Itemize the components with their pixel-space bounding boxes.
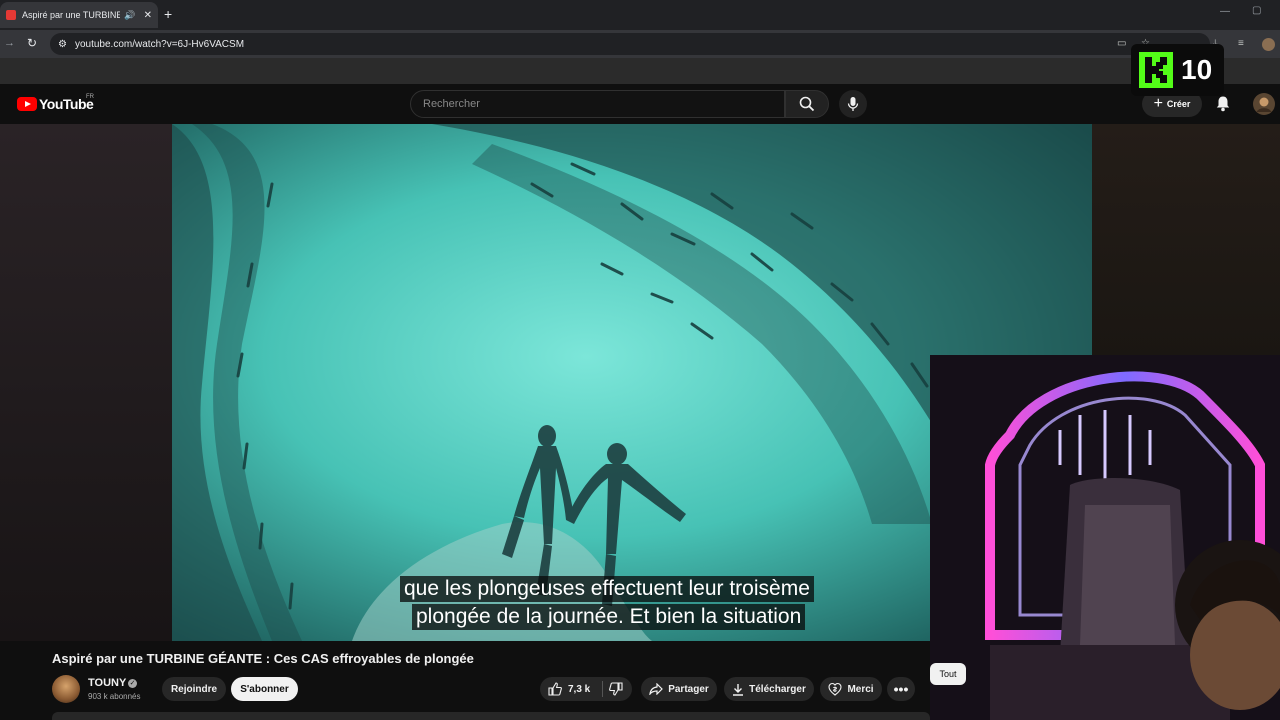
thanks-heart-dollar-icon: [828, 682, 842, 696]
microphone-icon: [847, 97, 859, 111]
thumbs-up-icon: [548, 682, 562, 696]
video-title: Aspiré par une TURBINE GÉANTE : Ces CAS …: [52, 651, 474, 666]
search-button[interactable]: [785, 90, 829, 118]
profile-avatar[interactable]: [1262, 38, 1275, 51]
caption-line-2: plongée de la journée. Et bien la situat…: [412, 604, 806, 630]
cast-icon[interactable]: ▭: [1117, 38, 1126, 49]
ambient-right-panel: [1092, 124, 1280, 364]
toolbar-divider: [0, 58, 1280, 84]
verified-check-icon: ✓: [128, 679, 137, 688]
browser-tabstrip: Aspiré par une TURBINE GÉ 🔊 ✕ + — ▢: [0, 0, 1280, 30]
subscriber-count: 903 k abonnés: [88, 692, 141, 701]
like-divider: [602, 681, 604, 697]
url-text: youtube.com/watch?v=6J-Hv6VACSM: [74, 38, 245, 50]
create-label: Créer: [1166, 99, 1191, 109]
site-info-icon[interactable]: ⚙: [58, 39, 67, 50]
notifications-bell-icon[interactable]: [1215, 95, 1231, 112]
description-box[interactable]: [52, 712, 930, 720]
browser-toolbar: → ↻ ⚙ youtube.com/watch?v=6J-Hv6VACSM ▭ …: [0, 30, 1280, 58]
share-arrow-icon: [649, 683, 664, 695]
window-minimize-button[interactable]: —: [1220, 6, 1230, 17]
overlay-number: 10: [1181, 54, 1213, 85]
download-button[interactable]: Télécharger: [724, 677, 814, 701]
ambient-left-panel: [0, 124, 172, 641]
webcam-overlay: [930, 355, 1280, 720]
tab-search-icon[interactable]: ≡: [1238, 38, 1244, 49]
subscribe-button[interactable]: S'abonner: [231, 677, 298, 701]
gaming-chair-streamer-image: [930, 355, 1280, 720]
download-arrow-icon: [733, 683, 744, 696]
voice-search-button[interactable]: [839, 90, 867, 118]
plus-icon: +: [1153, 95, 1163, 112]
youtube-favicon-icon: [6, 10, 16, 20]
forward-arrow-icon[interactable]: →: [4, 37, 15, 49]
share-label: Partager: [668, 683, 709, 695]
thanks-label: Merci: [847, 683, 874, 695]
browser-tab[interactable]: Aspiré par une TURBINE GÉ 🔊 ✕: [0, 2, 158, 28]
share-button[interactable]: Partager: [641, 677, 717, 701]
tab-title: Aspiré par une TURBINE GÉ: [22, 10, 121, 20]
kick-logo-icon: [1139, 52, 1173, 88]
thumbs-down-icon[interactable]: [609, 682, 623, 696]
address-bar[interactable]: ⚙ youtube.com/watch?v=6J-Hv6VACSM: [50, 33, 1210, 55]
new-tab-button[interactable]: +: [164, 6, 172, 22]
youtube-play-icon: [17, 97, 37, 111]
reload-icon[interactable]: ↻: [27, 36, 37, 50]
country-code: FR: [86, 94, 94, 100]
channel-name[interactable]: TOUNY: [88, 677, 126, 689]
youtube-header: YouTube FR Rechercher + Créer: [0, 84, 1280, 124]
like-button[interactable]: 7,3 k: [540, 677, 632, 701]
account-avatar[interactable]: [1253, 93, 1275, 115]
chip-all[interactable]: Tout: [930, 663, 966, 685]
download-label: Télécharger: [749, 683, 806, 695]
caption-line-1: que les plongeuses effectuent leur trois…: [400, 576, 814, 602]
tab-close-button[interactable]: ✕: [144, 10, 152, 21]
like-count: 7,3 k: [568, 683, 591, 695]
join-button[interactable]: Rejoindre: [162, 677, 226, 701]
window-maximize-button[interactable]: ▢: [1252, 5, 1261, 16]
youtube-logo[interactable]: YouTube: [17, 96, 94, 112]
search-placeholder: Rechercher: [423, 98, 480, 110]
search-icon: [799, 96, 815, 112]
thanks-button[interactable]: Merci: [820, 677, 882, 701]
channel-avatar[interactable]: [52, 675, 80, 703]
more-actions-button[interactable]: •••: [887, 677, 915, 701]
speaker-icon[interactable]: 🔊: [124, 10, 135, 21]
search-input[interactable]: Rechercher: [410, 90, 785, 118]
stream-overlay-badge: 10: [1131, 44, 1224, 96]
